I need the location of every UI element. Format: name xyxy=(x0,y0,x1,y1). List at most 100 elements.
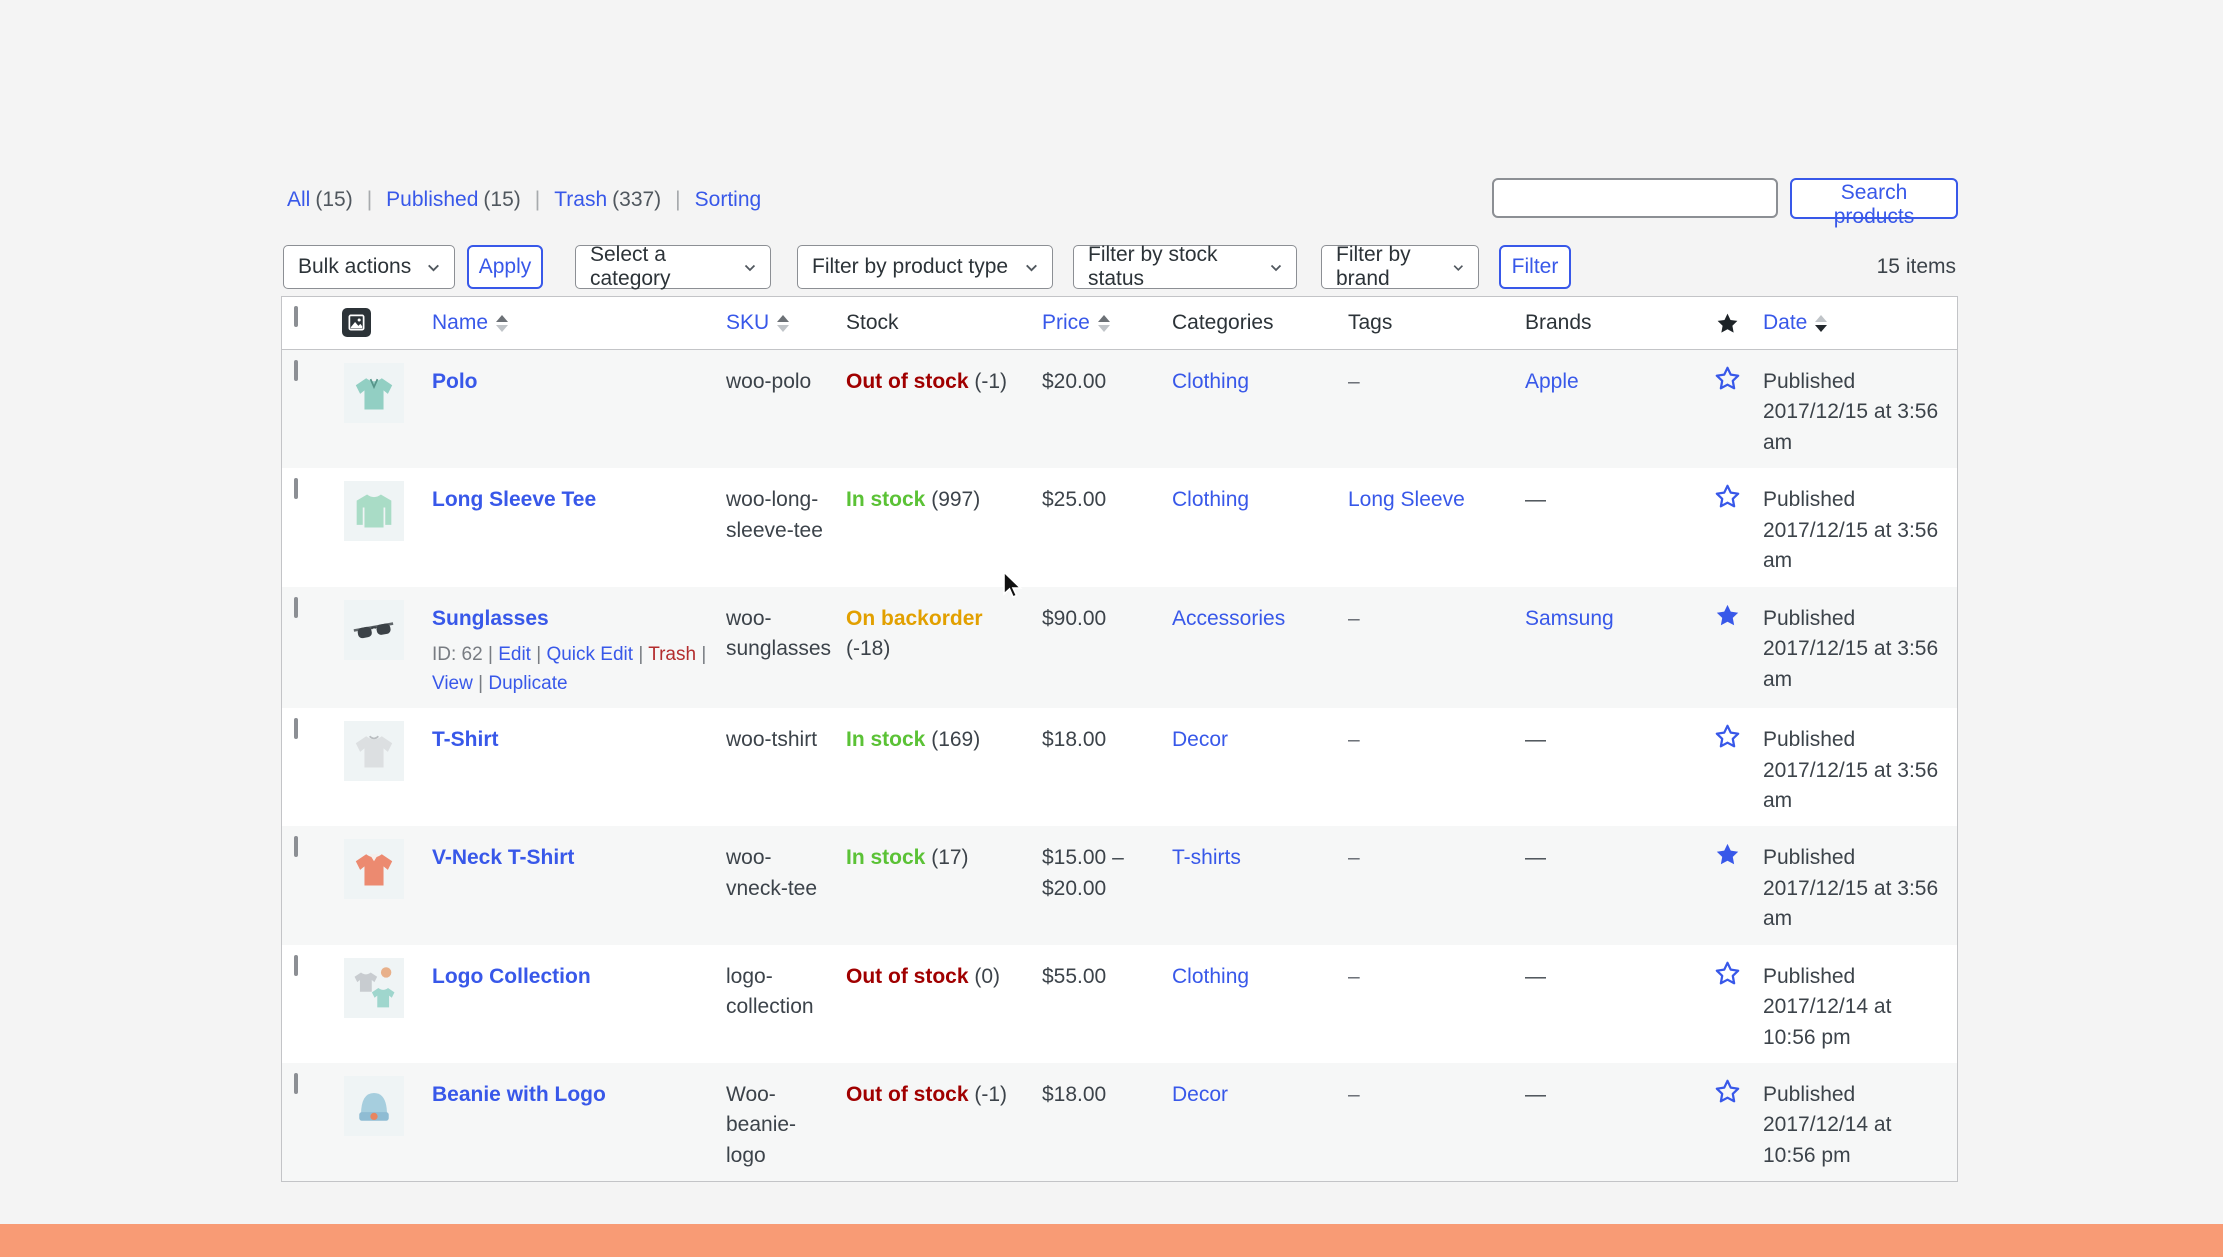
featured-star-outline-icon[interactable] xyxy=(1714,723,1741,750)
view-count: (15) xyxy=(483,188,520,211)
category-link[interactable]: Clothing xyxy=(1172,370,1249,393)
featured-star-filled-icon[interactable] xyxy=(1714,841,1741,868)
featured-star-outline-icon[interactable] xyxy=(1714,960,1741,987)
header-date: Date xyxy=(1763,311,1807,335)
featured-star-outline-icon[interactable] xyxy=(1714,365,1741,392)
separator: | xyxy=(675,188,680,212)
separator: | xyxy=(367,188,372,212)
category-link[interactable]: Decor xyxy=(1172,728,1228,751)
table-toolbar: Bulk actions Apply Select a category Fil… xyxy=(281,245,1958,291)
row-action-quick-edit[interactable]: Quick Edit xyxy=(546,644,633,665)
price-text: $20.00 xyxy=(1042,350,1172,468)
product-name-link[interactable]: V-Neck T-Shirt xyxy=(432,846,574,869)
view-link-sorting[interactable]: Sorting xyxy=(695,188,762,211)
product-thumbnail[interactable] xyxy=(344,721,404,781)
stock-qty: (-18) xyxy=(846,637,890,660)
select-all-checkbox[interactable] xyxy=(294,306,298,327)
view-count: (337) xyxy=(612,188,661,211)
product-thumbnail[interactable] xyxy=(344,839,404,899)
sort-by-date[interactable]: Date xyxy=(1763,311,1827,335)
separator: | xyxy=(478,673,483,694)
price-text: $18.00 xyxy=(1042,708,1172,826)
product-name-link[interactable]: T-Shirt xyxy=(432,728,499,751)
row-checkbox[interactable] xyxy=(294,597,298,618)
sort-by-price[interactable]: Price xyxy=(1042,311,1110,335)
header-tags: Tags xyxy=(1348,311,1392,335)
tag-empty-dash: – xyxy=(1348,846,1360,869)
product-name-link[interactable]: Polo xyxy=(432,370,478,393)
row-actions: ID: 62 | Edit | Quick Edit | Trash | Vie… xyxy=(432,641,710,698)
stock-status: In stock xyxy=(846,846,925,869)
sort-by-sku[interactable]: SKU xyxy=(726,311,789,335)
view-count: (15) xyxy=(315,188,352,211)
price-text: $55.00 xyxy=(1042,945,1172,1063)
view-filter-links: All(15) | Published(15) | Trash(337) | S… xyxy=(287,188,761,212)
view-link-all[interactable]: All xyxy=(287,188,310,211)
row-action-edit[interactable]: Edit xyxy=(498,644,531,665)
row-checkbox[interactable] xyxy=(294,718,298,739)
row-action-trash[interactable]: Trash xyxy=(648,644,696,665)
row-action-view[interactable]: View xyxy=(432,673,473,694)
sort-arrows-icon xyxy=(1098,315,1110,332)
product-thumbnail[interactable] xyxy=(344,958,404,1018)
row-checkbox[interactable] xyxy=(294,955,298,976)
search-area: Search products xyxy=(1492,178,1958,220)
row-checkbox[interactable] xyxy=(294,360,298,381)
product-name-link[interactable]: Sunglasses xyxy=(432,607,549,630)
view-link-trash[interactable]: Trash xyxy=(554,188,607,211)
row-checkbox[interactable] xyxy=(294,478,298,499)
featured-star-outline-icon[interactable] xyxy=(1714,483,1741,510)
product-row: Logo Collectionlogo-collectionOut of sto… xyxy=(282,945,1957,1063)
brand-empty-dash: — xyxy=(1525,488,1546,511)
product-thumbnail[interactable] xyxy=(344,1076,404,1136)
featured-star-filled-icon[interactable] xyxy=(1714,602,1741,629)
filter-button[interactable]: Filter xyxy=(1499,245,1571,289)
category-link[interactable]: Accessories xyxy=(1172,607,1285,630)
category-link[interactable]: Clothing xyxy=(1172,965,1249,988)
stock-status-filter-select[interactable]: Filter by stock status xyxy=(1073,245,1297,289)
product-type-filter-select[interactable]: Filter by product type xyxy=(797,245,1053,289)
table-header-row: Name SKU Stock Price Categories Tags Bra… xyxy=(282,297,1957,350)
sku-text: woo-polo xyxy=(726,350,846,468)
search-products-button[interactable]: Search products xyxy=(1790,178,1958,219)
apply-button[interactable]: Apply xyxy=(467,245,543,289)
product-thumbnail[interactable] xyxy=(344,363,404,423)
product-thumbnail[interactable] xyxy=(344,481,404,541)
tag-empty-dash: – xyxy=(1348,1083,1360,1106)
publish-status: Published xyxy=(1763,843,1941,873)
row-action-id: ID: 62 xyxy=(432,644,483,665)
category-link[interactable]: Clothing xyxy=(1172,488,1249,511)
bulk-actions-select[interactable]: Bulk actions xyxy=(283,245,455,289)
publish-datetime: 2017/12/15 at 3:56 am xyxy=(1763,397,1941,458)
product-row: Long Sleeve Teewoo-long-sleeve-teeIn sto… xyxy=(282,468,1957,586)
brand-filter-select[interactable]: Filter by brand xyxy=(1321,245,1479,289)
product-name-link[interactable]: Long Sleeve Tee xyxy=(432,488,596,511)
row-checkbox[interactable] xyxy=(294,1073,298,1094)
product-name-link[interactable]: Logo Collection xyxy=(432,965,591,988)
search-input[interactable] xyxy=(1492,178,1778,218)
brand-link[interactable]: Samsung xyxy=(1525,607,1614,630)
sort-arrows-icon xyxy=(496,315,508,332)
stock-status: Out of stock xyxy=(846,370,969,393)
view-link-published[interactable]: Published xyxy=(386,188,478,211)
category-link[interactable]: T-shirts xyxy=(1172,846,1241,869)
publish-datetime: 2017/12/15 at 3:56 am xyxy=(1763,874,1941,935)
brand-link[interactable]: Apple xyxy=(1525,370,1579,393)
product-name-link[interactable]: Beanie with Logo xyxy=(432,1083,606,1106)
publish-status: Published xyxy=(1763,962,1941,992)
product-thumbnail[interactable] xyxy=(344,600,404,660)
row-checkbox[interactable] xyxy=(294,836,298,857)
category-filter-select[interactable]: Select a category xyxy=(575,245,771,289)
category-link[interactable]: Decor xyxy=(1172,1083,1228,1106)
sku-text: woo-sunglasses xyxy=(726,587,846,708)
sort-by-name[interactable]: Name xyxy=(432,311,508,335)
tag-link[interactable]: Long Sleeve xyxy=(1348,488,1465,511)
price-text: $25.00 xyxy=(1042,468,1172,586)
header-stock: Stock xyxy=(846,311,899,335)
sort-arrows-icon xyxy=(1815,315,1827,332)
row-action-duplicate[interactable]: Duplicate xyxy=(488,673,567,694)
stock-status: In stock xyxy=(846,728,925,751)
featured-star-outline-icon[interactable] xyxy=(1714,1078,1741,1105)
brand-empty-dash: — xyxy=(1525,846,1546,869)
publish-datetime: 2017/12/15 at 3:56 am xyxy=(1763,516,1941,577)
